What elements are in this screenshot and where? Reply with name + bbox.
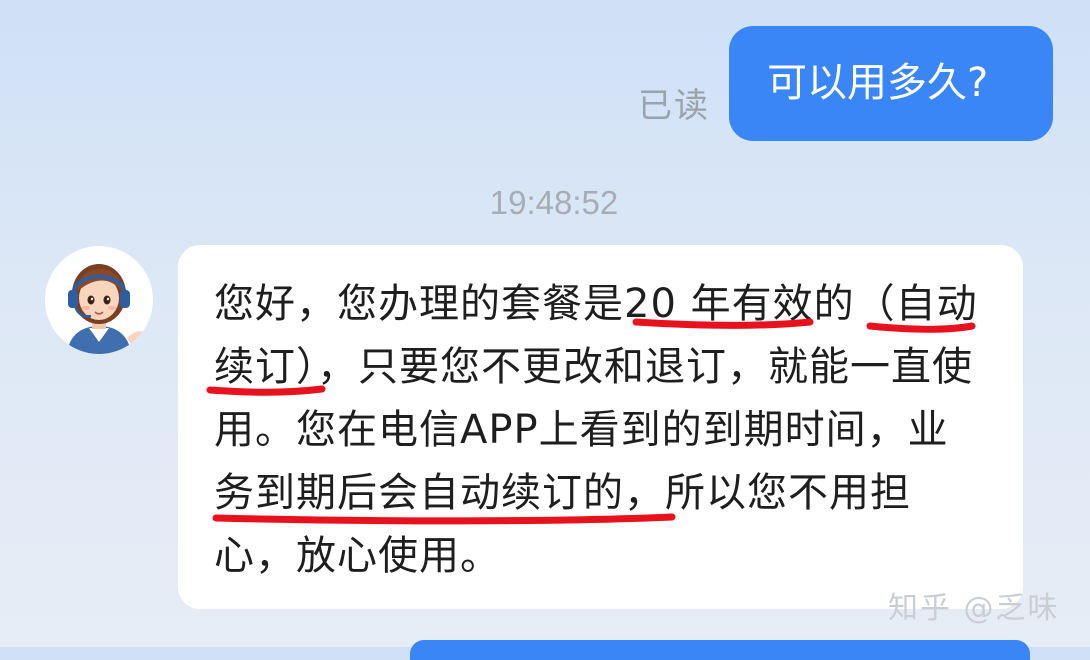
agent-avatar-icon[interactable]	[45, 246, 153, 354]
agent-text-part: ，只要您不更改和退订，就能一直使用。您在电信APP上看到的到期时间，	[214, 344, 973, 453]
customer-service-avatar-icon	[67, 264, 145, 354]
read-status: 已读	[638, 86, 710, 126]
agent-message-bubble[interactable]: 您好，您办理的套餐是20 年有效的（自动续订），只要您不更改和退订，就能一直使用…	[178, 245, 1023, 609]
user-message-text: 可以用多久?	[767, 60, 989, 106]
message-timestamp: 19:48:52	[489, 184, 619, 221]
watermark: 知乎 @乏味	[888, 591, 1060, 626]
agent-text-highlight-validity: 20 年有效	[624, 281, 814, 327]
agent-message-text: 您好，您办理的套餐是20 年有效的（自动续订），只要您不更改和退订，就能一直使用…	[214, 273, 984, 588]
agent-text-part: 您好，您办理的套餐是	[214, 281, 624, 327]
user-message-bubble[interactable]: 可以用多久?	[729, 26, 1053, 141]
agent-text-highlight-renew: 续订）	[214, 344, 317, 390]
agent-text-part: 的（	[813, 281, 896, 327]
next-message-bubble[interactable]	[410, 640, 1030, 660]
agent-text-highlight-auto: 自动	[895, 281, 978, 327]
